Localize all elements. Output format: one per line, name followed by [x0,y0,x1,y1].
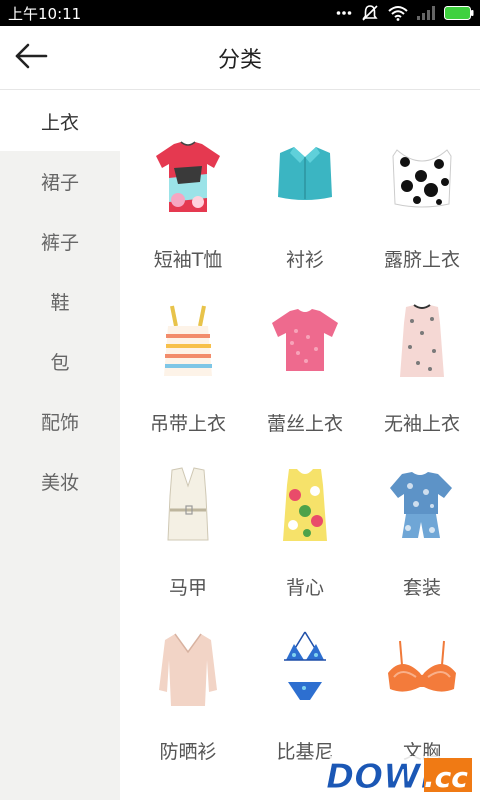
notification-muted-icon [361,4,379,22]
short-sleeve-tshirt-icon [148,123,228,233]
bra-icon [382,615,462,725]
category-item[interactable]: 比基尼 [247,615,363,765]
sidebar-item-label: 裤子 [40,231,79,254]
back-arrow-icon [14,43,48,73]
category-item[interactable]: 衬衫 [247,123,363,273]
down-cc-watermark-logo: DOWN .cc [320,752,476,798]
more-dots-icon [336,10,352,16]
sidebar-item-skirts[interactable]: 裙子 [0,151,120,211]
back-button[interactable] [10,38,52,78]
category-label: 套装 [402,577,441,599]
category-label: 衬衫 [285,249,324,271]
bikini-icon [265,615,345,725]
category-item[interactable]: 文胸 [364,615,480,765]
sidebar-item-label: 包 [50,351,70,374]
category-label: 吊带上衣 [149,413,226,435]
tank-top-icon [265,451,345,561]
category-item[interactable]: 防晒衫 [130,615,246,765]
sidebar-item-label: 配饰 [40,411,79,434]
category-label: 短袖T恤 [153,249,223,271]
crop-top-icon [382,123,462,233]
signal-icon [417,6,435,20]
sidebar-item-label: 美妆 [40,471,79,494]
shirt-icon [265,123,345,233]
top-app-bar: 分类 [0,26,480,90]
category-label: 露脐上衣 [383,249,460,271]
sleeveless-top-icon [382,287,462,397]
category-label: 马甲 [168,577,207,599]
sidebar-item-shoes[interactable]: 鞋 [0,271,120,331]
category-label: 背心 [285,577,324,599]
status-bar: 上午10:11 [0,0,480,26]
status-time: 上午10:11 [8,4,82,23]
category-item[interactable]: 马甲 [130,451,246,601]
camisole-icon [148,287,228,397]
category-label: 无袖上衣 [383,413,460,435]
category-item[interactable]: 短袖T恤 [130,123,246,273]
category-item[interactable]: 套装 [364,451,480,601]
sidebar-item-beauty[interactable]: 美妆 [0,451,120,511]
category-grid: 短袖T恤 衬衫 露脐上衣 吊带上衣 蕾丝上衣 无袖上衣 马甲 背心 套装 防晒衫… [120,91,480,800]
sidebar-item-bags[interactable]: 包 [0,331,120,391]
sidebar-item-label: 鞋 [50,291,70,314]
outfit-set-icon [382,451,462,561]
category-item[interactable]: 蕾丝上衣 [247,287,363,437]
battery-icon [444,6,474,20]
sidebar-item-accessories[interactable]: 配饰 [0,391,120,451]
lace-top-icon [265,287,345,397]
watermark-text-right: .cc [424,761,468,794]
category-label: 蕾丝上衣 [266,413,343,435]
sidebar-item-tops[interactable]: 上衣 [0,91,120,151]
category-sidebar: 上衣 裙子 裤子 鞋 包 配饰 美妆 [0,91,120,800]
page-title: 分类 [217,48,262,73]
sidebar-item-label: 上衣 [40,111,79,134]
wifi-icon [388,5,408,21]
category-item[interactable]: 露脐上衣 [364,123,480,273]
status-icons [336,4,474,22]
sidebar-item-label: 裙子 [40,171,79,194]
vest-icon [148,451,228,561]
sun-protection-cardigan-icon [148,615,228,725]
category-label: 防晒衫 [159,741,217,763]
sidebar-item-pants[interactable]: 裤子 [0,211,120,271]
category-item[interactable]: 背心 [247,451,363,601]
category-item[interactable]: 无袖上衣 [364,287,480,437]
category-item[interactable]: 吊带上衣 [130,287,246,437]
